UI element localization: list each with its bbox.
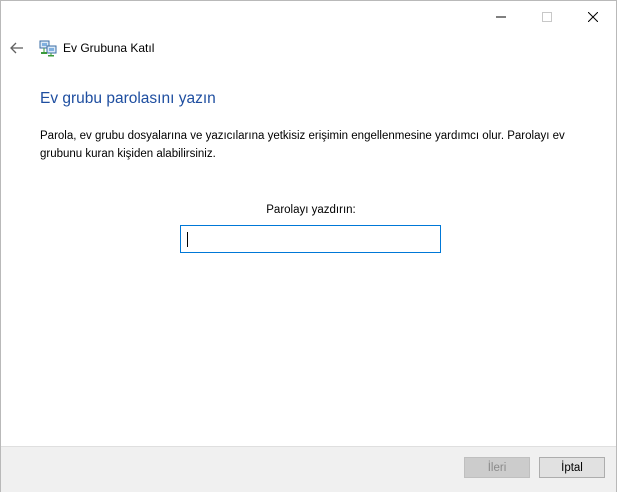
minimize-icon [496, 16, 506, 18]
arrow-left-icon [10, 42, 23, 54]
next-button[interactable]: İleri [464, 457, 530, 478]
close-button[interactable] [570, 1, 616, 33]
window-title: Ev Grubuna Katıl [63, 41, 155, 55]
title-bar [1, 1, 616, 33]
footer-bar: İleri İptal [1, 446, 616, 492]
text-caret [187, 232, 188, 247]
navigation-bar: Ev Grubuna Katıl [1, 33, 616, 63]
password-label: Parolayı yazdırın: [266, 204, 356, 216]
homegroup-network-icon [39, 40, 57, 57]
page-title: Ev grubu parolasını yazın [40, 90, 216, 107]
close-icon [588, 12, 598, 22]
description-text: Parola, ev grubu dosyalarına ve yazıcıla… [40, 130, 565, 160]
maximize-button [524, 1, 570, 33]
back-button[interactable] [7, 38, 27, 58]
homegroup-join-window: Ev Grubuna Katıl Ev grubu parolasını yaz… [0, 0, 617, 492]
password-input[interactable] [180, 225, 441, 253]
cancel-button[interactable]: İptal [539, 457, 605, 478]
minimize-button[interactable] [478, 1, 524, 33]
maximize-icon [542, 12, 552, 22]
